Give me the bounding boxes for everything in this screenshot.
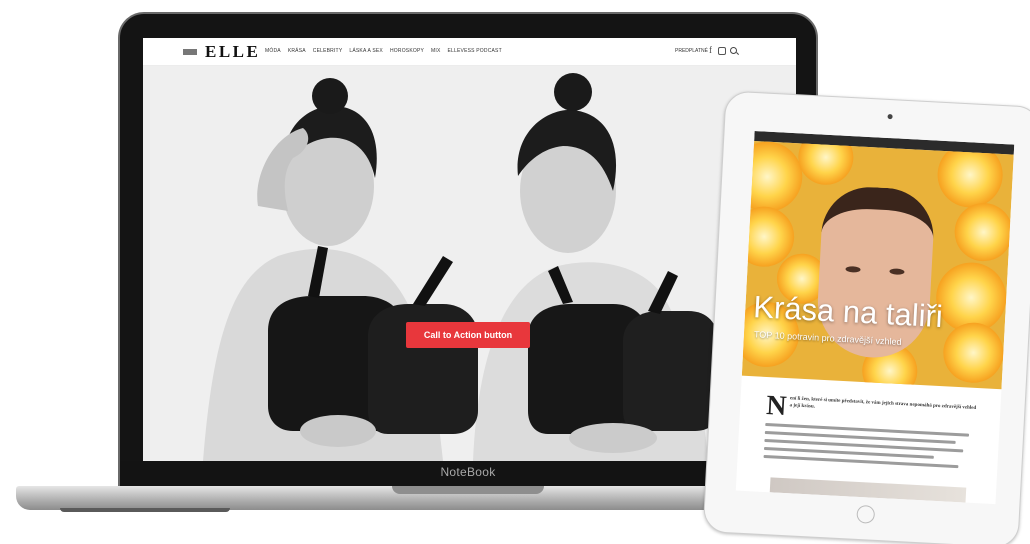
nav-item[interactable]: LÁSKA A SEX [349,48,383,54]
search-icon[interactable] [730,47,737,54]
eye [889,268,905,276]
tablet-hero: Krása na taliři TOP 10 potravin pro zdra… [741,141,1014,390]
laptop-foot [60,508,230,512]
tablet-screen: Krása na taliři TOP 10 potravin pro zdra… [735,131,1015,505]
nav-item[interactable]: ELLEVESS PODCAST [448,48,502,54]
cta-button[interactable]: Call to Action button [406,322,530,348]
orange-slice [941,321,1005,385]
nav-item[interactable]: HOROSKOPY [390,48,424,54]
mockup-scene: ELLE MÓDA KRÁSA CELEBRITY LÁSKA A SEX HO… [0,0,1030,544]
menu-icon[interactable] [183,49,197,55]
nav-item[interactable]: MIX [431,48,441,54]
nav-item[interactable]: MÓDA [265,48,281,54]
camera-icon [887,113,893,120]
site-header: ELLE MÓDA KRÁSA CELEBRITY LÁSKA A SEX HO… [143,38,796,66]
hero-photo [203,73,718,461]
hero-image: Call to Action button [143,66,796,461]
nav-item[interactable]: CELEBRITY [313,48,343,54]
article-body: N ení li žen, které si umíte představit,… [763,390,979,469]
instagram-icon[interactable] [718,47,726,55]
tablet: Krása na taliři TOP 10 potravin pro zdra… [702,90,1030,544]
laptop-screen: ELLE MÓDA KRÁSA CELEBRITY LÁSKA A SEX HO… [143,38,796,461]
orange-slice [953,201,1014,263]
orange-slice [741,141,805,214]
site-logo[interactable]: ELLE [205,42,260,62]
article-lead: ení li žen, které si umíte představit, ž… [789,396,977,411]
subscribe-link[interactable]: PREDPLATNÉ [675,48,708,54]
dropcap: N [765,390,788,423]
laptop-notch [392,486,544,494]
facebook-icon[interactable]: f [709,45,712,55]
home-button[interactable] [856,504,876,524]
article-image [769,477,967,503]
eye [845,265,861,273]
orange-slice [796,141,855,187]
site-nav: MÓDA KRÁSA CELEBRITY LÁSKA A SEX HOROSKO… [265,48,502,54]
nav-item[interactable]: KRÁSA [288,48,306,54]
